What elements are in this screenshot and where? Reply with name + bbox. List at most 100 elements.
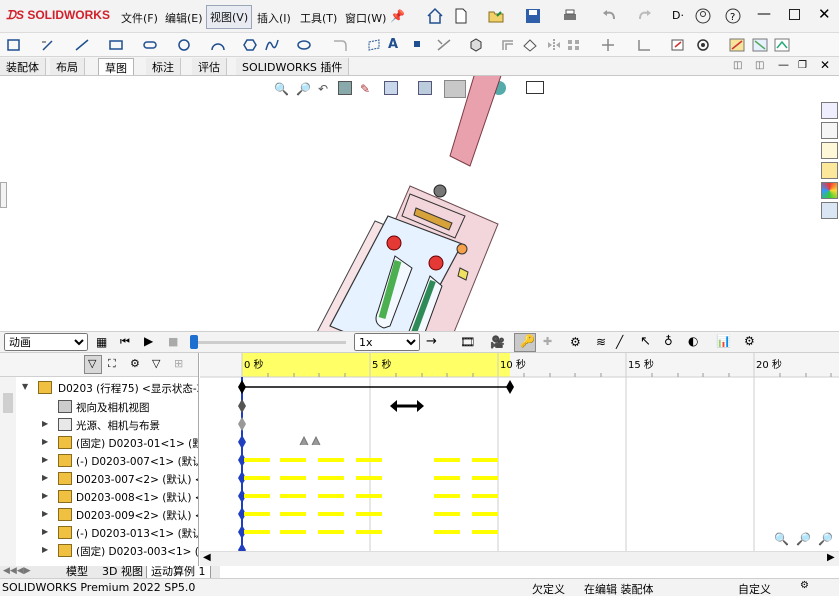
change-bar[interactable] [356,512,382,516]
change-bar[interactable] [434,476,460,480]
arc-icon[interactable] [210,38,226,52]
filter-driving-icon[interactable]: ⛶ [108,357,116,371]
expand-arrow-icon[interactable]: ▶ [42,491,48,500]
expand-arrow-icon[interactable]: ▶ [42,527,48,536]
change-bar[interactable] [280,530,306,534]
solidworks-resources-icon[interactable] [821,102,838,119]
change-bar[interactable] [280,494,306,498]
plane-icon[interactable] [366,38,382,52]
assembly-model-view[interactable] [290,76,530,331]
spline-icon[interactable] [264,38,280,52]
home-icon[interactable] [426,7,444,25]
stop-icon[interactable]: ■ [168,335,178,348]
tab-layout[interactable]: 布局 [50,58,85,75]
zoom-to-fit-timeline-icon[interactable]: 🔎 [818,532,833,546]
quick-access-overflow[interactable]: D· [672,9,684,22]
display-relations-icon[interactable] [636,38,652,52]
scroll-right-icon[interactable]: ▶ [827,552,835,563]
offset-icon[interactable] [500,38,516,52]
filter-collapse-icon[interactable]: ⊞ [174,357,183,370]
custom-properties-icon[interactable] [821,202,838,219]
trim-icon[interactable] [436,38,452,52]
sketch-icon[interactable] [6,38,22,52]
tree-row-part-007-2[interactable]: ▶ D0203-007<2> (默认) < [0,470,198,488]
doc-restore-button[interactable]: ❐ [798,60,807,71]
ellipse-icon[interactable] [296,38,312,52]
collapse-arrow-icon[interactable]: ▼ [22,382,28,391]
timeline-horizontal-scrollbar[interactable]: ◀ ▶ [200,551,839,566]
zoom-out-timeline-icon[interactable]: 🔎 [796,532,811,546]
filter-results-icon[interactable]: ▽ [152,357,160,370]
tree-row-part-013[interactable]: ▶ (-) D0203-013<1> (默认) [0,524,198,542]
close-button[interactable]: ✕ [818,5,831,23]
playback-speed-dropdown[interactable]: 1x [354,333,420,351]
scroll-left-icon[interactable]: ◀ [203,552,211,563]
change-bar[interactable] [244,476,270,480]
tab-solidworks-addins[interactable]: SOLIDWORKS 插件 [236,58,350,75]
doc-close-button[interactable]: ✕ [820,58,830,72]
expand-arrow-icon[interactable]: ▶ [42,419,48,428]
motor-icon[interactable]: ⚙ [570,335,581,349]
change-bar[interactable] [318,476,344,480]
minimize-button[interactable]: — [757,6,771,22]
help-icon[interactable]: ? [724,7,742,25]
change-bar[interactable] [318,512,344,516]
menu-insert[interactable]: 插入(I) [254,8,294,28]
change-bar[interactable] [472,494,498,498]
pin-icon[interactable]: 📌 [390,9,405,23]
fillet-icon[interactable] [332,38,348,52]
previous-tab-icon[interactable]: ◫ [733,60,742,71]
linear-pattern-icon[interactable] [566,38,582,52]
change-bar[interactable] [472,530,498,534]
shaded-sketch-icon[interactable] [752,38,768,52]
play-from-start-icon[interactable]: ⏮ [120,335,130,349]
expand-arrow-icon[interactable]: ▶ [42,455,48,464]
change-bar[interactable] [434,512,460,516]
polygon-icon[interactable] [242,38,258,52]
results-plots-icon[interactable]: 📊 [716,334,731,348]
tree-row-lights[interactable]: ▶ 光源、相机与布景 [0,416,198,434]
expand-arrow-icon[interactable]: ▶ [42,437,48,446]
key-point[interactable] [238,435,246,449]
key-point[interactable] [238,417,246,431]
circle-icon[interactable] [176,38,192,52]
add-update-key-icon[interactable]: ✚ [543,335,552,348]
contact-icon[interactable]: ♁ [664,334,673,348]
file-explorer-icon[interactable] [821,142,838,159]
point-icon[interactable] [414,41,420,47]
change-bar[interactable] [356,458,382,462]
change-bar[interactable] [318,530,344,534]
tab-markup[interactable]: 标注 [146,58,181,75]
play-icon[interactable]: ▶ [144,334,153,348]
change-bar[interactable] [356,494,382,498]
text-icon[interactable]: A [388,37,398,52]
playback-slider-thumb[interactable] [190,335,198,349]
change-bar[interactable] [472,476,498,480]
key-point[interactable] [238,380,246,394]
tab-scroll-arrows-icon[interactable]: ◀◀◀▶ [3,566,31,576]
tree-row-part-007-1[interactable]: ▶ (-) D0203-007<1> (默认) [0,452,198,470]
spring-icon[interactable]: ≋ [596,335,606,349]
change-bar[interactable] [356,476,382,480]
key-point[interactable] [506,380,514,394]
playback-mode-icon[interactable]: → [426,334,437,349]
change-bar[interactable] [244,494,270,498]
change-bar[interactable] [318,458,344,462]
tab-sketch[interactable]: 草图 [98,58,134,75]
status-unit-system[interactable]: 自定义 [738,581,771,597]
key-point[interactable] [238,399,246,413]
instant2d-icon[interactable] [729,38,745,52]
motion-study-properties-icon[interactable]: ⚙ [744,334,755,348]
next-tab-icon[interactable]: ◫ [755,60,764,71]
gravity-icon[interactable]: ◐ [688,334,698,348]
solidworks-logo[interactable]: ᗪS SOLIDWORKS [6,8,110,23]
doc-minimize-button[interactable]: — [778,58,789,71]
motion-timeline[interactable]: 0 秒 5 秒 10 秒 15 秒 20 秒 🔍 🔎 🔎 [200,353,839,551]
account-icon[interactable] [694,7,712,25]
menu-tools[interactable]: 工具(T) [297,8,340,28]
menu-window[interactable]: 窗口(W) [342,8,389,28]
tree-row-part-009[interactable]: ▶ D0203-009<2> (默认) < [0,506,198,524]
save-icon[interactable] [524,7,542,25]
appearances-scenes-icon[interactable] [821,182,838,199]
slot-icon[interactable] [142,38,158,52]
